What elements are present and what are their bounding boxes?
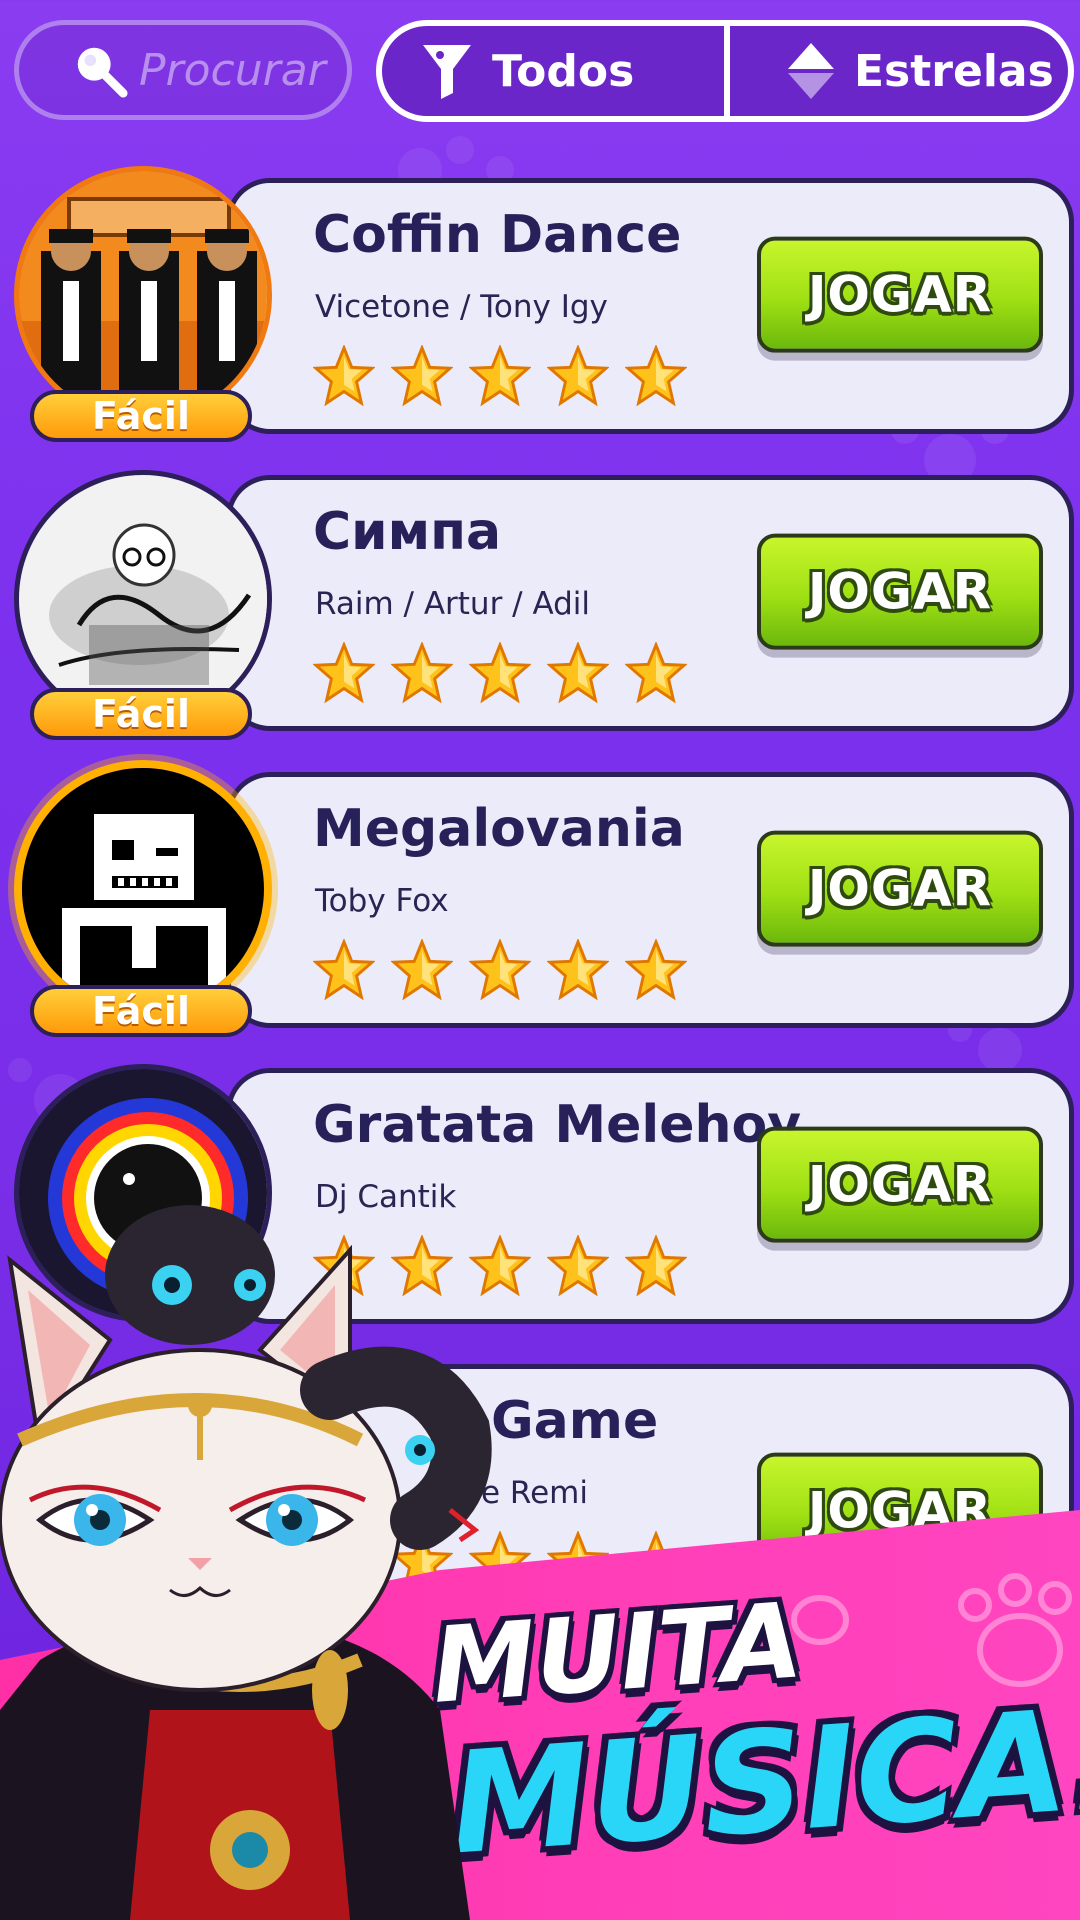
coffin-dance-cover xyxy=(19,171,267,419)
difficulty-badge: Fácil xyxy=(30,390,252,442)
star-icon xyxy=(547,939,609,1001)
difficulty-badge: Fácil xyxy=(30,985,252,1037)
play-button[interactable]: JOGAR xyxy=(757,236,1043,353)
song-title: Coffin Dance xyxy=(313,205,682,265)
megalovania-cover xyxy=(22,768,264,1010)
sort-stars-button[interactable]: Estrelas xyxy=(730,26,1068,116)
search-icon xyxy=(77,47,128,98)
difficulty-badge: Fácil xyxy=(30,688,252,740)
star-icon xyxy=(469,939,531,1001)
filter-bar: Todos Estrelas xyxy=(376,20,1074,122)
play-button-label: JOGAR xyxy=(807,265,993,324)
filter-all-button[interactable]: Todos xyxy=(382,26,730,116)
star-icon xyxy=(625,345,687,407)
sort-stars-label: Estrelas xyxy=(854,45,1054,97)
star-icon xyxy=(625,1235,687,1297)
star-icon xyxy=(313,939,375,1001)
star-rating xyxy=(313,939,687,1001)
song-card: Симпа Raim / Artur / Adil JOGAR xyxy=(226,475,1074,731)
play-button-label: JOGAR xyxy=(807,859,993,918)
star-icon xyxy=(547,642,609,704)
song-artist: Toby Fox xyxy=(315,883,449,919)
song-cover-image[interactable] xyxy=(14,760,272,1018)
search-input[interactable]: Procurar xyxy=(14,20,352,120)
play-button[interactable]: JOGAR xyxy=(757,533,1043,650)
funnel-icon xyxy=(423,45,471,99)
star-icon xyxy=(469,642,531,704)
song-title: Megalovania xyxy=(313,799,685,859)
search-placeholder: Procurar xyxy=(139,44,326,96)
song-artist: Raim / Artur / Adil xyxy=(315,586,591,622)
song-card: Megalovania Toby Fox JOGAR xyxy=(226,772,1074,1028)
star-icon xyxy=(313,345,375,407)
star-icon xyxy=(625,642,687,704)
star-icon xyxy=(391,345,453,407)
star-icon xyxy=(625,939,687,1001)
star-icon xyxy=(469,345,531,407)
star-icon xyxy=(547,345,609,407)
play-button[interactable]: JOGAR xyxy=(757,1126,1043,1243)
star-rating xyxy=(313,642,687,704)
filter-all-label: Todos xyxy=(492,45,635,97)
star-icon xyxy=(313,642,375,704)
star-icon xyxy=(391,939,453,1001)
star-icon xyxy=(391,642,453,704)
cat-mascot-illustration xyxy=(0,1205,492,1920)
star-icon xyxy=(547,1235,609,1297)
song-cover-image[interactable] xyxy=(14,166,272,424)
play-button-label: JOGAR xyxy=(807,562,993,621)
star-rating xyxy=(313,345,687,407)
song-artist: Vicetone / Tony Igy xyxy=(315,289,608,325)
song-title: Gratata Melehoy xyxy=(313,1095,802,1155)
play-button[interactable]: JOGAR xyxy=(757,830,1043,947)
sort-arrows-icon xyxy=(788,43,834,99)
song-card: Coffin Dance Vicetone / Tony Igy JOGAR xyxy=(226,178,1074,434)
play-button-label: JOGAR xyxy=(807,1155,993,1214)
song-title: Симпа xyxy=(313,502,502,562)
